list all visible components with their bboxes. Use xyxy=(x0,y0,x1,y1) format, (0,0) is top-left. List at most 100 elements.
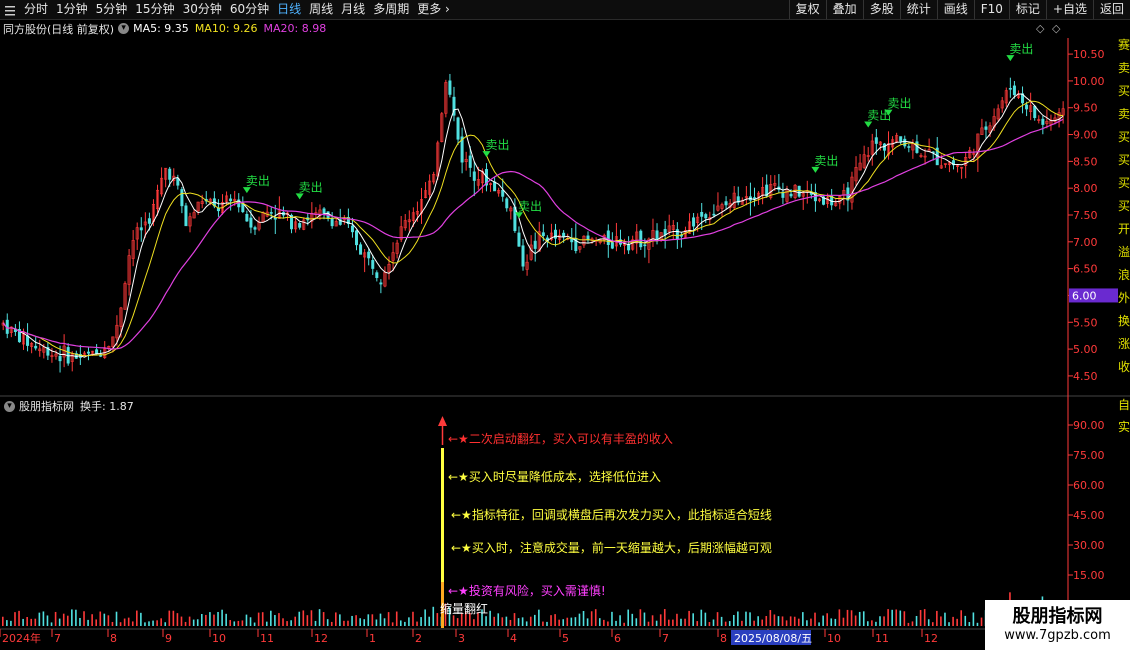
candle-body xyxy=(367,251,371,259)
edge-glyph: 收 xyxy=(1118,360,1130,374)
candle-body xyxy=(493,181,497,192)
volume-bar xyxy=(249,617,252,626)
date-label: 11 xyxy=(260,632,274,645)
volume-bar xyxy=(505,616,508,626)
volume-bar xyxy=(781,616,784,626)
candle-body xyxy=(375,272,379,278)
volume-bar xyxy=(797,618,800,626)
volume-bar xyxy=(257,612,260,626)
volume-bar xyxy=(952,616,954,626)
candle-body xyxy=(58,355,62,362)
date-label: 6 xyxy=(614,632,621,645)
price-label: 8.50 xyxy=(1073,155,1098,168)
volume-bar xyxy=(659,614,662,626)
volume-bar xyxy=(127,617,130,626)
kline-chart[interactable]: 10.50 10.00 9.50 9.00 8.50 8.00 7.50 7.00 6.50 6.… xyxy=(0,0,1130,650)
strategy-annotation: ←★二次启动翻红，买入可以有丰盈的收入 xyxy=(448,431,673,446)
volume-bar xyxy=(371,614,374,626)
volume-bar xyxy=(611,611,613,626)
price-label: 5.00 xyxy=(1073,343,1098,356)
volume-bar xyxy=(826,613,828,626)
volume-bar xyxy=(663,609,666,626)
volume-bar xyxy=(980,617,983,626)
volume-bar xyxy=(205,614,207,626)
volume-bar xyxy=(879,616,881,626)
volume-bar xyxy=(603,619,605,626)
volume-bar xyxy=(562,619,565,626)
indicator-label: 60.00 xyxy=(1073,479,1105,492)
volume-bar xyxy=(972,612,975,626)
volume-bar xyxy=(923,609,926,626)
edge-glyph: 换 xyxy=(1118,314,1130,328)
candle-body xyxy=(704,214,708,219)
volume-bar xyxy=(635,618,638,626)
volume-bar xyxy=(164,622,167,626)
volume-bar xyxy=(814,612,816,626)
volume-bar xyxy=(91,614,93,626)
volume-bar xyxy=(757,616,759,626)
candle-body xyxy=(1033,105,1037,118)
volume-bar xyxy=(773,614,776,626)
date-label: 7 xyxy=(662,632,669,645)
volume-bar xyxy=(261,612,264,626)
volume-bar xyxy=(140,612,142,626)
volume-bar xyxy=(749,612,751,626)
volume-bar xyxy=(144,622,146,626)
indicator-label: 15.00 xyxy=(1073,569,1105,582)
candle-body xyxy=(700,211,704,217)
volume-bar xyxy=(785,620,788,626)
volume-bar xyxy=(631,613,634,626)
date-label: 9 xyxy=(165,632,172,645)
volume-bar xyxy=(274,615,276,626)
candle-body xyxy=(533,240,537,249)
volume-bar xyxy=(521,617,524,626)
volume-bar xyxy=(229,620,232,626)
volume-bar xyxy=(387,612,390,626)
candle-body xyxy=(554,229,558,239)
volume-bar xyxy=(184,621,187,626)
volume-bar xyxy=(87,619,89,626)
candle-body xyxy=(627,244,631,251)
volume-bar xyxy=(176,613,179,626)
volume-bar xyxy=(383,618,386,626)
date-label: 10 xyxy=(212,632,226,645)
volume-bar xyxy=(2,616,4,626)
volume-bar xyxy=(651,615,654,626)
volume-bar xyxy=(867,621,869,626)
candle-body xyxy=(899,136,903,142)
volume-bar xyxy=(75,609,77,626)
indicator-label: 30.00 xyxy=(1073,539,1105,552)
chevron-down-icon[interactable]: ▾ xyxy=(4,400,15,412)
candle-body xyxy=(752,197,756,199)
volume-bar xyxy=(359,618,361,626)
edge-glyph: 实 xyxy=(1118,420,1130,434)
volume-bar xyxy=(123,618,126,626)
volume-bar xyxy=(363,619,366,626)
volume-bar xyxy=(278,613,280,626)
volume-bar xyxy=(862,611,865,626)
volume-bar xyxy=(761,619,764,626)
volume-bar xyxy=(643,612,646,626)
volume-bar xyxy=(428,616,431,626)
volume-bar xyxy=(119,622,122,626)
edge-glyph: 赛 xyxy=(1118,38,1130,52)
volume-bar xyxy=(456,618,459,626)
volume-bar xyxy=(570,617,573,626)
volume-bar xyxy=(927,619,930,626)
date-label: 12 xyxy=(314,632,328,645)
volume-bar xyxy=(517,618,520,626)
volume-bar xyxy=(688,610,690,626)
volume-bar xyxy=(241,620,244,626)
date-label: 4 xyxy=(510,632,517,645)
volume-bar xyxy=(598,618,601,626)
candle-body xyxy=(448,80,452,95)
volume-bar xyxy=(38,612,41,626)
candle-body xyxy=(1025,104,1029,110)
date-label: 7 xyxy=(54,632,61,645)
edge-glyph: 溢 xyxy=(1118,245,1130,259)
volume-bar xyxy=(538,609,540,626)
volume-bar xyxy=(10,620,12,626)
volume-bar xyxy=(586,618,589,626)
volume-bar xyxy=(265,621,268,626)
volume-bar xyxy=(404,621,406,626)
